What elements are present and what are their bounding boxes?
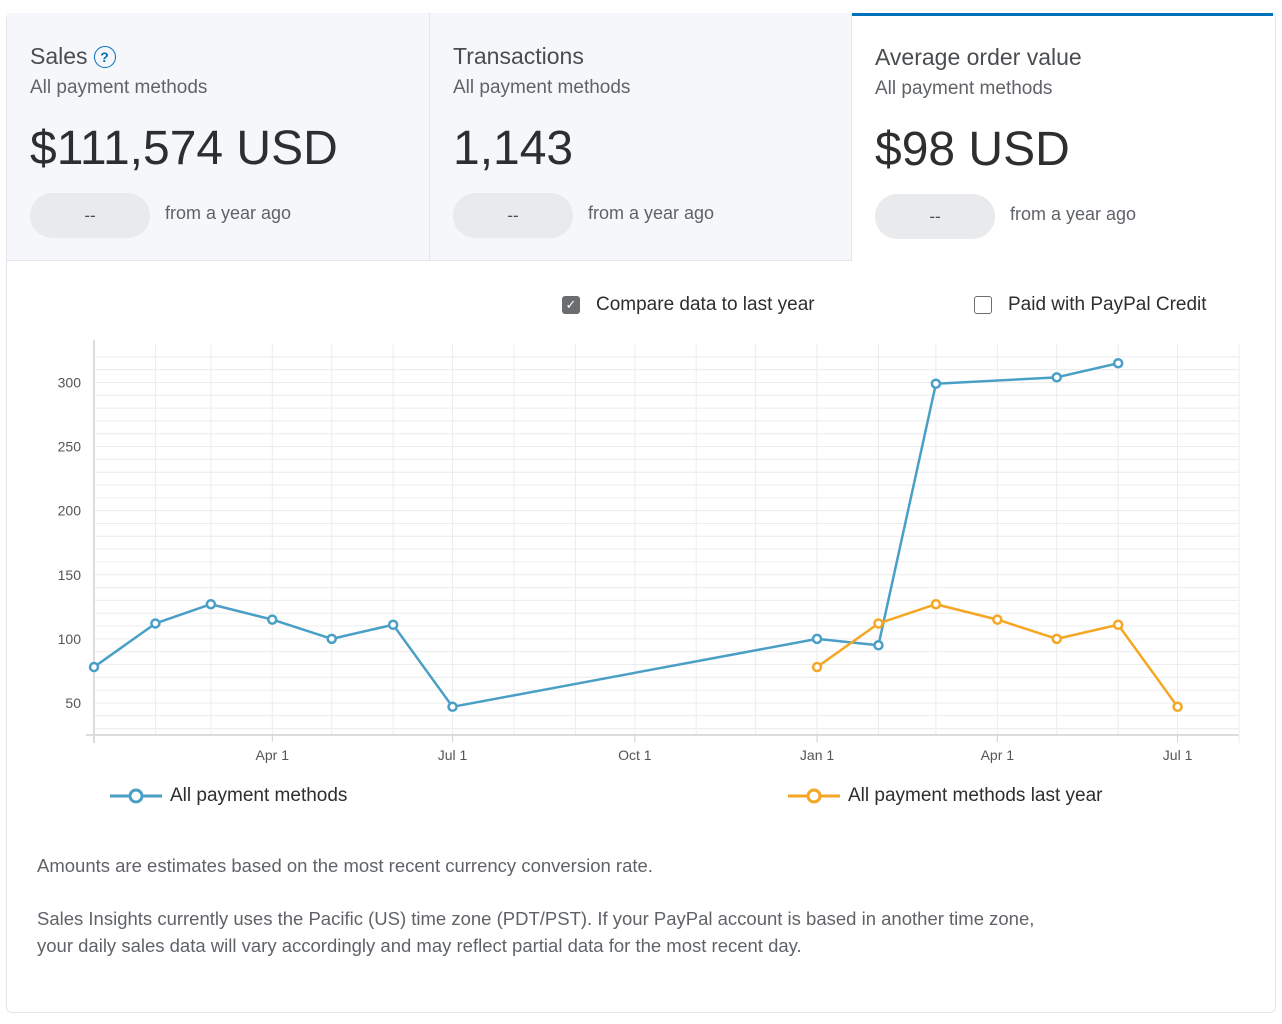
data-point-current [88, 661, 100, 673]
x-tick-label: Jan 1 [800, 747, 834, 763]
chart-axes [86, 340, 1240, 743]
data-point-current [267, 614, 278, 625]
y-tick-label: 100 [58, 631, 82, 647]
y-axis-labels: 50 100 150 200 250 300 [58, 374, 82, 710]
y-tick-label: 200 [58, 503, 82, 519]
data-point-last-year [873, 618, 884, 629]
y-tick-label: 250 [58, 439, 82, 455]
data-point-last-year [992, 614, 1003, 625]
data-point-current [1051, 372, 1063, 383]
sales-chart: 50100150200250300 Apr 1 Jul 1 Oct 1 Jan 1 Ap… [58, 340, 1240, 763]
series-line-current [93, 362, 1119, 709]
legend-last-year[interactable]: All payment methods last year [788, 784, 1103, 808]
data-point-current [873, 640, 884, 651]
x-tick-label: Jul 1 [1163, 747, 1193, 763]
chart-lines [93, 362, 1179, 709]
legend-current-label: All payment methods [170, 785, 348, 806]
y-tick-label: 50 [65, 695, 81, 711]
chart-grid [93, 344, 1240, 735]
data-point-last-year [1112, 619, 1124, 631]
legend-last-year-label: All payment methods last year [848, 785, 1103, 806]
data-point-last-year [811, 661, 823, 673]
data-point-last-year [1051, 633, 1063, 645]
data-point-last-year [1172, 701, 1183, 713]
data-point-current [205, 598, 217, 610]
data-point-current [150, 618, 161, 629]
data-point-current [930, 378, 942, 389]
legend-current[interactable]: All payment methods [110, 784, 347, 808]
x-tick-label: Apr 1 [256, 747, 290, 763]
data-point-current [811, 633, 823, 645]
x-tick-label: Oct 1 [618, 747, 652, 763]
data-point-current [326, 633, 337, 645]
timezone-note-line2: your daily sales data will vary accordin… [37, 935, 802, 956]
legend-last-year-swatch [788, 788, 840, 804]
y-tick-label: 300 [58, 374, 82, 390]
x-tick-label: Jul 1 [438, 747, 468, 763]
y-tick-label: 150 [58, 567, 82, 583]
data-point-current [447, 701, 458, 713]
chart-points [88, 357, 1183, 713]
data-point-current [1112, 357, 1124, 369]
legend-current-swatch [110, 788, 162, 804]
timezone-note-line1: Sales Insights currently uses the Pacifi… [37, 908, 1035, 929]
currency-note: Amounts are estimates based on the most … [37, 855, 653, 876]
x-axis-labels: Apr 1 Jul 1 Oct 1 Jan 1 Apr 1 Jul 1 [256, 747, 1193, 763]
x-tick-label: Apr 1 [981, 747, 1015, 763]
data-point-last-year [930, 598, 942, 610]
data-point-current [387, 619, 399, 631]
